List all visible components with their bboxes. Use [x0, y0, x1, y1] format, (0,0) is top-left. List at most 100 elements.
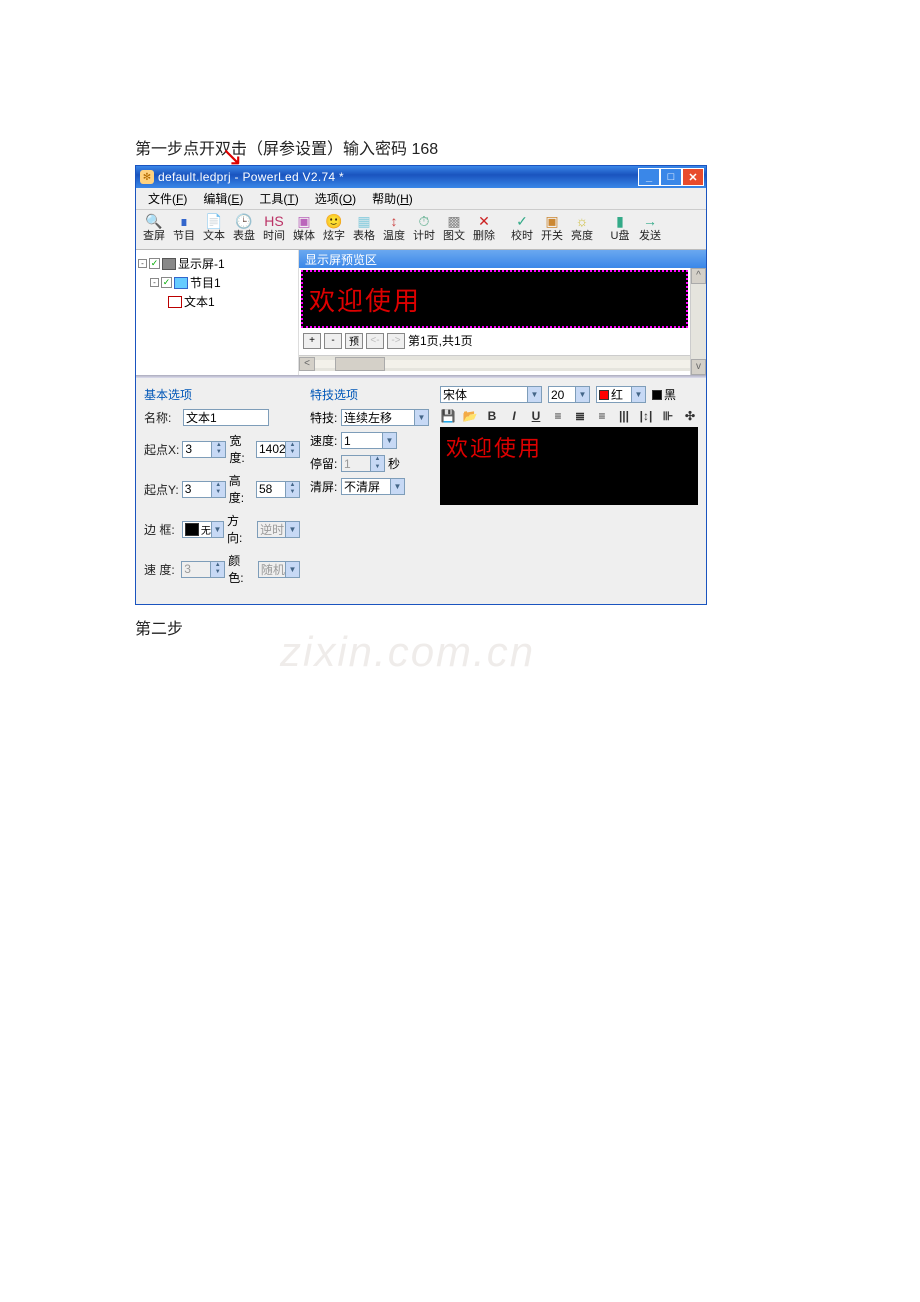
menu-option[interactable]: 选项(O): [307, 188, 364, 209]
direction-label: 方向:: [227, 512, 254, 546]
spacing-button[interactable]: |||: [616, 409, 632, 423]
stay-unit: 秒: [388, 455, 400, 472]
menu-tool[interactable]: 工具(T): [251, 188, 306, 209]
forecolor-select[interactable]: 红▼: [596, 386, 646, 403]
align-center-button[interactable]: ≣: [572, 409, 588, 423]
toolbar-亮度-button[interactable]: ☼亮度: [568, 212, 596, 242]
remove-page-button[interactable]: -: [324, 333, 342, 349]
width-stepper[interactable]: ▲▼: [256, 441, 300, 458]
led-text: 欢迎使用: [309, 281, 421, 318]
starty-stepper[interactable]: ▲▼: [182, 481, 226, 498]
underline-button[interactable]: U: [528, 409, 544, 423]
border-label: 边 框:: [144, 521, 179, 538]
温度-icon: ↕: [385, 212, 403, 230]
vertical-button[interactable]: ⊪: [660, 409, 676, 423]
节目-icon: ∎: [175, 212, 193, 230]
vertical-scrollbar[interactable]: ^ v: [690, 268, 706, 375]
toolbar-label: 发送: [639, 231, 661, 242]
horizontal-scrollbar[interactable]: < >: [299, 355, 706, 371]
prev-page-button[interactable]: <-: [366, 333, 384, 349]
toolbar-节目-button[interactable]: ∎节目: [170, 212, 198, 242]
menu-file[interactable]: 文件(F): [140, 188, 195, 209]
move-button[interactable]: ✣: [682, 409, 698, 423]
stay-stepper[interactable]: ▲▼: [341, 455, 385, 472]
window-title: default.ledprj - PowerLed V2.74 *: [158, 170, 344, 184]
toolbar: 🔍查屏∎节目📄文本🕒表盘HS时间▣媒体🙂炫字▦表格↕温度⏱计时▩图文✕删除✓校时…: [136, 210, 706, 250]
开关-icon: ▣: [543, 212, 561, 230]
effect-select[interactable]: 连续左移▼: [341, 409, 429, 426]
page-info: 第1页,共1页: [408, 332, 473, 349]
tree-node-text[interactable]: 文本1: [138, 292, 296, 311]
toolbar-label: 计时: [413, 231, 435, 242]
toolbar-U盘-button[interactable]: ▮U盘: [606, 212, 634, 242]
menu-edit[interactable]: 编辑(E): [195, 188, 251, 209]
clear-select[interactable]: 不清屏▼: [341, 478, 405, 495]
toolbar-文本-button[interactable]: 📄文本: [200, 212, 228, 242]
toolbar-媒体-button[interactable]: ▣媒体: [290, 212, 318, 242]
toolbar-表盘-button[interactable]: 🕒表盘: [230, 212, 258, 242]
add-page-button[interactable]: +: [303, 333, 321, 349]
speed-stepper[interactable]: ▲▼: [181, 561, 225, 578]
startx-stepper[interactable]: ▲▼: [182, 441, 226, 458]
save-icon[interactable]: 💾: [440, 409, 456, 423]
stay-label: 停留:: [310, 455, 338, 472]
border-select[interactable]: 无▼: [182, 521, 224, 538]
starty-label: 起点Y:: [144, 481, 179, 498]
preview-button[interactable]: 预: [345, 333, 363, 349]
maximize-button[interactable]: □: [660, 168, 682, 186]
toolbar-图文-button[interactable]: ▩图文: [440, 212, 468, 242]
page-controls: + - 预 <- -> 第1页,共1页: [301, 328, 688, 353]
titlebar: ↘ ✻ default.ledprj - PowerLed V2.74 * _ …: [136, 166, 706, 188]
toolbar-label: 媒体: [293, 231, 315, 242]
text-editor[interactable]: 欢迎使用: [440, 427, 698, 505]
close-button[interactable]: ✕: [682, 168, 704, 186]
scroll-up-icon[interactable]: ^: [691, 268, 706, 284]
name-input[interactable]: [183, 409, 269, 426]
collapse-icon[interactable]: -: [150, 278, 159, 287]
toolbar-删除-button[interactable]: ✕删除: [470, 212, 498, 242]
clear-label: 清屏:: [310, 478, 338, 495]
U盘-icon: ▮: [611, 212, 629, 230]
scroll-down-icon[interactable]: v: [691, 359, 706, 375]
align-right-button[interactable]: ≡: [594, 409, 610, 423]
next-page-button[interactable]: ->: [387, 333, 405, 349]
toolbar-温度-button[interactable]: ↕温度: [380, 212, 408, 242]
时间-icon: HS: [265, 212, 283, 230]
open-icon[interactable]: 📂: [462, 409, 478, 423]
effspeed-select[interactable]: 1▼: [341, 432, 397, 449]
toolbar-校时-button[interactable]: ✓校时: [508, 212, 536, 242]
width-label: 宽度:: [229, 432, 253, 466]
collapse-icon[interactable]: -: [138, 259, 147, 268]
checkbox-icon[interactable]: ✓: [161, 277, 172, 288]
校时-icon: ✓: [513, 212, 531, 230]
tree-node-program[interactable]: - ✓ 节目1: [138, 273, 296, 292]
height-stepper[interactable]: ▲▼: [256, 481, 300, 498]
linespacing-button[interactable]: |↕|: [638, 409, 654, 423]
toolbar-label: 查屏: [143, 231, 165, 242]
direction-select[interactable]: 逆时▼: [257, 521, 300, 538]
backcolor-label: 黑: [652, 386, 676, 403]
toolbar-查屏-button[interactable]: 🔍查屏: [140, 212, 168, 242]
bold-button[interactable]: B: [484, 409, 500, 423]
toolbar-计时-button[interactable]: ⏱计时: [410, 212, 438, 242]
tree-label: 文本1: [184, 293, 215, 310]
text-editor-group: 宋体▼ 20▼ 红▼ 黑 💾 📂 B I U ≡ ≣ ≡ ||| |↕| ⊪: [440, 386, 698, 592]
tree-node-screen[interactable]: - ✓ 显示屏-1: [138, 254, 296, 273]
toolbar-时间-button[interactable]: HS时间: [260, 212, 288, 242]
effect-options-group: 特技选项 特技: 连续左移▼ 速度: 1▼ 停留: ▲▼ 秒 清屏: 不清屏▼: [310, 386, 430, 592]
color-select[interactable]: 随机▼: [258, 561, 300, 578]
toolbar-发送-button[interactable]: →发送: [636, 212, 664, 242]
menu-help[interactable]: 帮助(H): [364, 188, 421, 209]
align-left-button[interactable]: ≡: [550, 409, 566, 423]
size-select[interactable]: 20▼: [548, 386, 590, 403]
scroll-left-icon[interactable]: <: [299, 357, 315, 371]
toolbar-表格-button[interactable]: ▦表格: [350, 212, 378, 242]
startx-label: 起点X:: [144, 441, 179, 458]
checkbox-icon[interactable]: ✓: [149, 258, 160, 269]
toolbar-开关-button[interactable]: ▣开关: [538, 212, 566, 242]
italic-button[interactable]: I: [506, 409, 522, 423]
tree-label: 节目1: [190, 274, 221, 291]
font-select[interactable]: 宋体▼: [440, 386, 542, 403]
toolbar-炫字-button[interactable]: 🙂炫字: [320, 212, 348, 242]
minimize-button[interactable]: _: [638, 168, 660, 186]
